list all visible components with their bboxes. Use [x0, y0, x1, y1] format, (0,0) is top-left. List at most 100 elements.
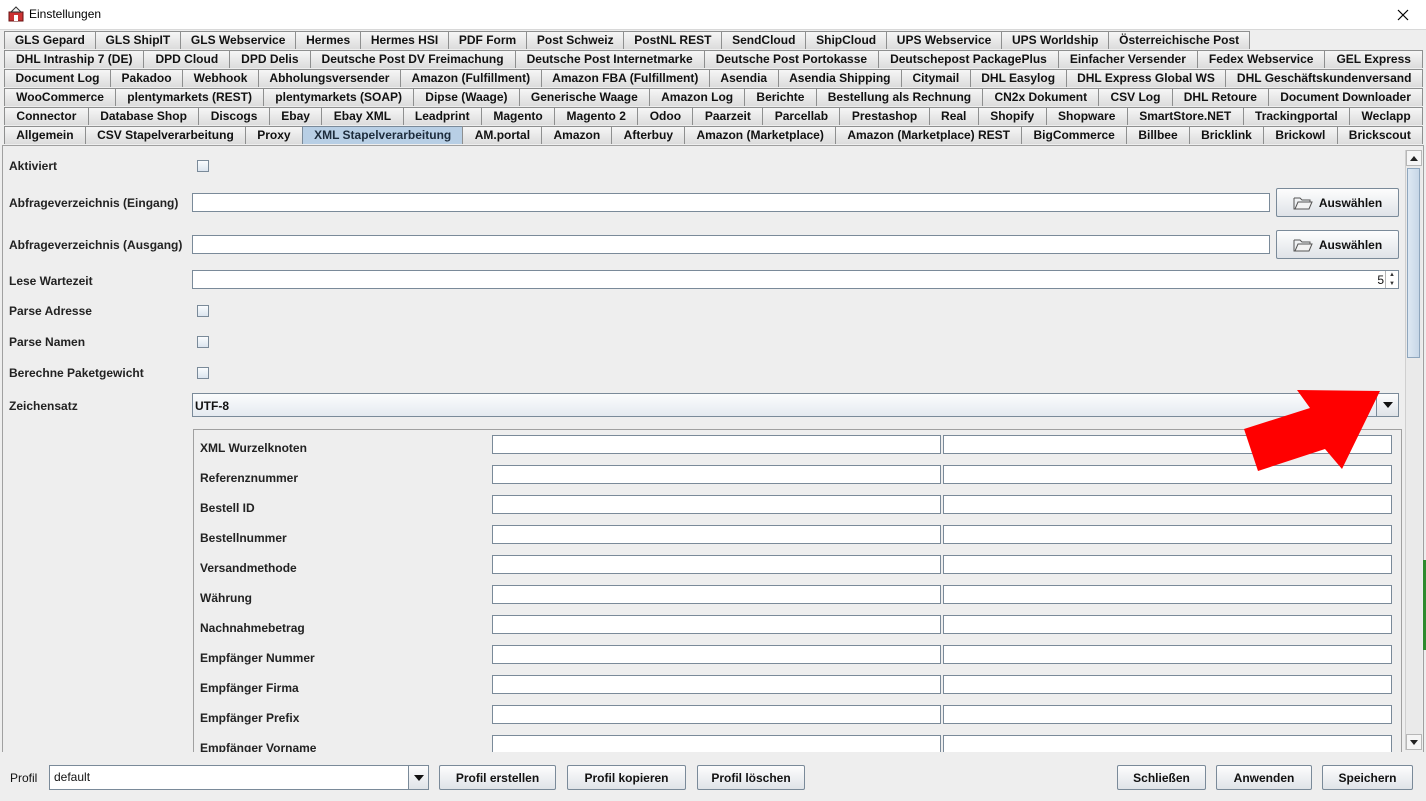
- tab[interactable]: Hermes HSI: [359, 31, 450, 49]
- tab[interactable]: GEL Express: [1324, 50, 1423, 68]
- mapping-xpath-input[interactable]: [492, 585, 941, 604]
- mapping-xpath-input[interactable]: [492, 495, 941, 514]
- tab[interactable]: BigCommerce: [1021, 126, 1128, 144]
- tab[interactable]: Proxy: [245, 126, 303, 144]
- mapping-default-input[interactable]: [943, 465, 1392, 484]
- tab[interactable]: Post Schweiz: [526, 31, 625, 49]
- paketgewicht-checkbox[interactable]: [197, 367, 209, 379]
- tab[interactable]: Bricklink: [1188, 126, 1265, 144]
- tab[interactable]: UPS Worldship: [1001, 31, 1110, 49]
- vertical-scrollbar[interactable]: [1405, 150, 1422, 750]
- tab[interactable]: Berichte: [744, 88, 817, 106]
- mapping-xpath-input[interactable]: [492, 435, 941, 454]
- tab[interactable]: Abholungsversender: [257, 69, 401, 87]
- ausgang-choose-button[interactable]: Auswählen: [1276, 230, 1399, 259]
- tab[interactable]: CSV Stapelverarbeitung: [84, 126, 247, 144]
- tab[interactable]: Generische Waage: [518, 88, 650, 106]
- spinner-down-icon[interactable]: ▼: [1386, 280, 1398, 289]
- spinner-arrows[interactable]: ▲ ▼: [1385, 271, 1398, 288]
- tab[interactable]: Deutsche Post Portokasse: [703, 50, 880, 68]
- tab[interactable]: Brickscout: [1336, 126, 1424, 144]
- tab[interactable]: AM.portal: [462, 126, 543, 144]
- lese-wartezeit-spinner[interactable]: 5 ▲ ▼: [192, 270, 1399, 289]
- tab[interactable]: CN2x Dokument: [982, 88, 1100, 106]
- tab[interactable]: Shopify: [977, 107, 1047, 125]
- tab[interactable]: DHL Intraship 7 (DE): [4, 50, 145, 68]
- parse-namen-checkbox[interactable]: [197, 336, 209, 348]
- scroll-thumb[interactable]: [1407, 168, 1420, 358]
- mapping-default-input[interactable]: [943, 435, 1392, 454]
- tab[interactable]: SmartStore.NET: [1126, 107, 1244, 125]
- mapping-xpath-input[interactable]: [492, 555, 941, 574]
- tab[interactable]: Pakadoo: [110, 69, 184, 87]
- mapping-default-input[interactable]: [943, 525, 1392, 544]
- tab[interactable]: Amazon: [541, 126, 613, 144]
- tab[interactable]: Prestashop: [839, 107, 930, 125]
- tab[interactable]: Connector: [4, 107, 89, 125]
- tab[interactable]: Document Log: [4, 69, 112, 87]
- tab[interactable]: Document Downloader: [1268, 88, 1424, 106]
- close-window-button[interactable]: [1380, 0, 1426, 29]
- tab[interactable]: DHL Geschäftskundenversand: [1225, 69, 1423, 87]
- tab[interactable]: Fedex Webservice: [1196, 50, 1326, 68]
- tab[interactable]: Amazon Log: [648, 88, 746, 106]
- tab[interactable]: Parcellab: [762, 107, 841, 125]
- mapping-default-input[interactable]: [943, 585, 1392, 604]
- tab[interactable]: Hermes: [295, 31, 361, 49]
- tab[interactable]: Deutsche Post Internetmarke: [514, 50, 705, 68]
- tab[interactable]: DHL Express Global WS: [1065, 69, 1227, 87]
- tab[interactable]: Paarzeit: [692, 107, 764, 125]
- anwenden-button[interactable]: Anwenden: [1216, 765, 1312, 790]
- tab[interactable]: Asendia: [708, 69, 779, 87]
- ausgang-input[interactable]: [192, 235, 1270, 254]
- schliessen-button[interactable]: Schließen: [1117, 765, 1206, 790]
- tab[interactable]: Database Shop: [87, 107, 200, 125]
- tab[interactable]: CSV Log: [1098, 88, 1173, 106]
- tab[interactable]: Einfacher Versender: [1057, 50, 1198, 68]
- tab[interactable]: GLS ShipIT: [94, 31, 182, 49]
- tab[interactable]: ShipCloud: [805, 31, 887, 49]
- tab[interactable]: Deutsche Post DV Freimachung: [309, 50, 516, 68]
- tab[interactable]: Trackingportal: [1242, 107, 1351, 125]
- tab[interactable]: plentymarkets (REST): [115, 88, 265, 106]
- zeichensatz-select[interactable]: UTF-8: [192, 393, 1399, 417]
- tab[interactable]: PDF Form: [448, 31, 528, 49]
- tab[interactable]: Asendia Shipping: [777, 69, 902, 87]
- tab[interactable]: Discogs: [198, 107, 270, 125]
- profil-dropdown-button[interactable]: [408, 766, 428, 789]
- tab[interactable]: Amazon (Marketplace): [684, 126, 837, 144]
- tab[interactable]: Webhook: [182, 69, 259, 87]
- mapping-default-input[interactable]: [943, 645, 1392, 664]
- tab[interactable]: Weclapp: [1349, 107, 1424, 125]
- tab[interactable]: Leadprint: [402, 107, 482, 125]
- profil-select[interactable]: default: [49, 765, 429, 790]
- tab[interactable]: Citymail: [901, 69, 971, 87]
- tab[interactable]: DPD Delis: [229, 50, 311, 68]
- tab[interactable]: Ebay XML: [321, 107, 404, 125]
- tab[interactable]: DPD Cloud: [143, 50, 231, 68]
- tab[interactable]: UPS Webservice: [885, 31, 1003, 49]
- mapping-default-input[interactable]: [943, 705, 1392, 724]
- scroll-up-button[interactable]: [1406, 150, 1422, 166]
- tab[interactable]: Amazon (Marketplace) REST: [835, 126, 1023, 144]
- tab[interactable]: Magento: [480, 107, 556, 125]
- tab[interactable]: Ebay: [268, 107, 323, 125]
- tab[interactable]: Amazon FBA (Fulfillment): [540, 69, 710, 87]
- eingang-input[interactable]: [192, 193, 1270, 212]
- mapping-default-input[interactable]: [943, 495, 1392, 514]
- tab[interactable]: Brickowl: [1263, 126, 1338, 144]
- profil-loeschen-button[interactable]: Profil löschen: [697, 765, 805, 790]
- eingang-choose-button[interactable]: Auswählen: [1276, 188, 1399, 217]
- mapping-xpath-input[interactable]: [492, 525, 941, 544]
- tab[interactable]: Afterbuy: [611, 126, 686, 144]
- mapping-default-input[interactable]: [943, 615, 1392, 634]
- mapping-xpath-input[interactable]: [492, 705, 941, 724]
- tab[interactable]: plentymarkets (SOAP): [263, 88, 415, 106]
- tab[interactable]: Odoo: [637, 107, 694, 125]
- tab[interactable]: Shopware: [1045, 107, 1128, 125]
- mapping-xpath-input[interactable]: [492, 465, 941, 484]
- tab[interactable]: Deutschepost PackagePlus: [878, 50, 1059, 68]
- tab[interactable]: Allgemein: [4, 126, 86, 144]
- scroll-down-button[interactable]: [1406, 734, 1422, 750]
- tab[interactable]: Dipse (Waage): [413, 88, 520, 106]
